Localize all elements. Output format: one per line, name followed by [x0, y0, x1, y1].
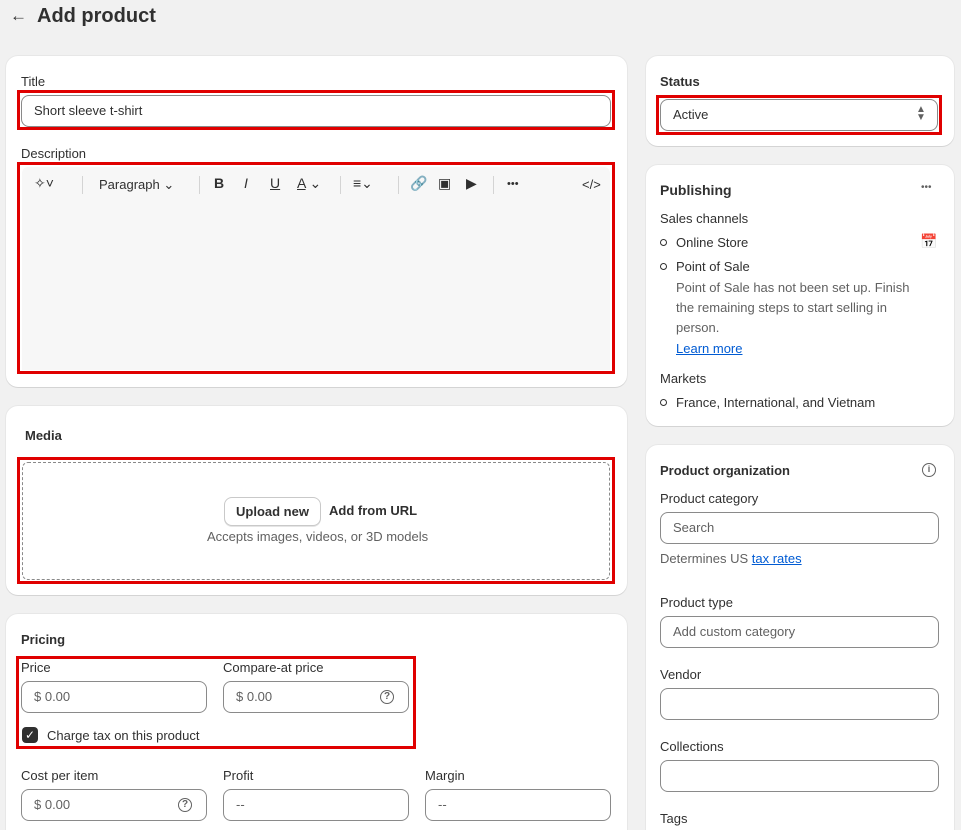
markets-label: Markets [660, 371, 707, 386]
title-input[interactable]: Short sleeve t-shirt [21, 95, 611, 127]
media-heading: Media [25, 428, 62, 443]
calendar-clock-icon[interactable]: 📅 [920, 233, 937, 250]
chevron-updown-icon: ▲ ▼ [916, 104, 926, 123]
more-options-button[interactable]: ••• [507, 178, 519, 190]
margin-field: -- [425, 789, 611, 821]
page-header: ← Add product [0, 0, 961, 40]
bold-button[interactable]: B [214, 175, 224, 191]
collections-input[interactable] [660, 760, 939, 792]
toolbar-divider [199, 176, 200, 194]
code-view-button[interactable]: </> [582, 177, 601, 192]
add-from-url-button[interactable]: Add from URL [329, 503, 417, 518]
paragraph-dropdown[interactable]: Paragraph ⌄ [99, 177, 174, 193]
toolbar-divider [398, 176, 399, 194]
arrow-left-icon[interactable]: ← [10, 6, 27, 26]
product-type-label: Product type [660, 595, 733, 610]
collections-label: Collections [660, 739, 724, 754]
charge-tax-checkbox[interactable]: ✓ [22, 727, 38, 743]
toolbar-divider [493, 176, 494, 194]
editor-toolbar: ✧˅ Paragraph ⌄ B I U A ⌄ ≡⌄ 🔗 ▣ ▶ ••• </… [22, 167, 610, 204]
tax-rates-link[interactable]: tax rates [752, 551, 802, 566]
page-title: Add product [37, 5, 156, 27]
profit-label: Profit [223, 768, 254, 783]
image-icon[interactable]: ▣ [438, 175, 451, 192]
channel-dot [660, 239, 667, 246]
category-search-input[interactable]: Search [660, 512, 939, 544]
market-dot [660, 399, 667, 406]
product-type-input[interactable]: Add custom category [660, 616, 939, 648]
publishing-heading: Publishing [660, 182, 732, 198]
vendor-label: Vendor [660, 667, 702, 682]
vendor-input[interactable] [660, 688, 939, 720]
toolbar-divider [82, 176, 83, 194]
italic-button[interactable]: I [244, 175, 248, 191]
description-editor[interactable] [22, 204, 610, 370]
underline-button[interactable]: U [270, 175, 280, 191]
point-of-sale-channel: Point of Sale [676, 259, 750, 274]
pos-note: person. [676, 320, 720, 335]
pos-note: the remaining steps to start selling in [676, 300, 887, 315]
learn-more-link[interactable]: Learn more [676, 341, 742, 356]
channel-dot [660, 263, 667, 270]
cost-label: Cost per item [21, 768, 99, 783]
link-icon[interactable]: 🔗 [410, 175, 427, 192]
align-left-icon[interactable]: ≡⌄ [353, 175, 373, 192]
info-icon[interactable]: i [922, 463, 936, 477]
sparkle-icon[interactable]: ✧˅ [34, 175, 54, 192]
tags-label: Tags [660, 811, 688, 826]
status-heading: Status [660, 74, 700, 89]
price-input[interactable]: $ 0.00 [21, 681, 207, 713]
sales-channels-label: Sales channels [660, 211, 749, 226]
toolbar-divider [340, 176, 341, 194]
margin-label: Margin [425, 768, 465, 783]
media-hint: Accepts images, videos, or 3D models [207, 529, 429, 544]
pos-note: Point of Sale has not been set up. Finis… [676, 280, 910, 295]
publishing-more-button[interactable]: ••• [921, 182, 932, 193]
title-label: Title [21, 74, 46, 89]
charge-tax-label: Charge tax on this product [47, 728, 200, 743]
pricing-heading: Pricing [21, 632, 66, 647]
text-color-button[interactable]: A ⌄ [297, 175, 321, 192]
online-store-channel: Online Store [676, 235, 749, 250]
play-icon[interactable]: ▶ [466, 175, 477, 192]
help-icon[interactable]: ? [380, 690, 394, 704]
markets-value: France, International, and Vietnam [676, 395, 876, 410]
price-label: Price [21, 660, 51, 675]
upload-new-button[interactable]: Upload new [224, 497, 321, 526]
compare-price-label: Compare-at price [223, 660, 324, 675]
tax-note: Determines US tax rates [660, 551, 802, 566]
status-select[interactable]: Active [660, 99, 938, 131]
profit-field: -- [223, 789, 409, 821]
organization-heading: Product organization [660, 463, 790, 478]
help-icon[interactable]: ? [178, 798, 192, 812]
category-label: Product category [660, 491, 759, 506]
publishing-card [646, 165, 954, 426]
description-label: Description [21, 146, 87, 161]
